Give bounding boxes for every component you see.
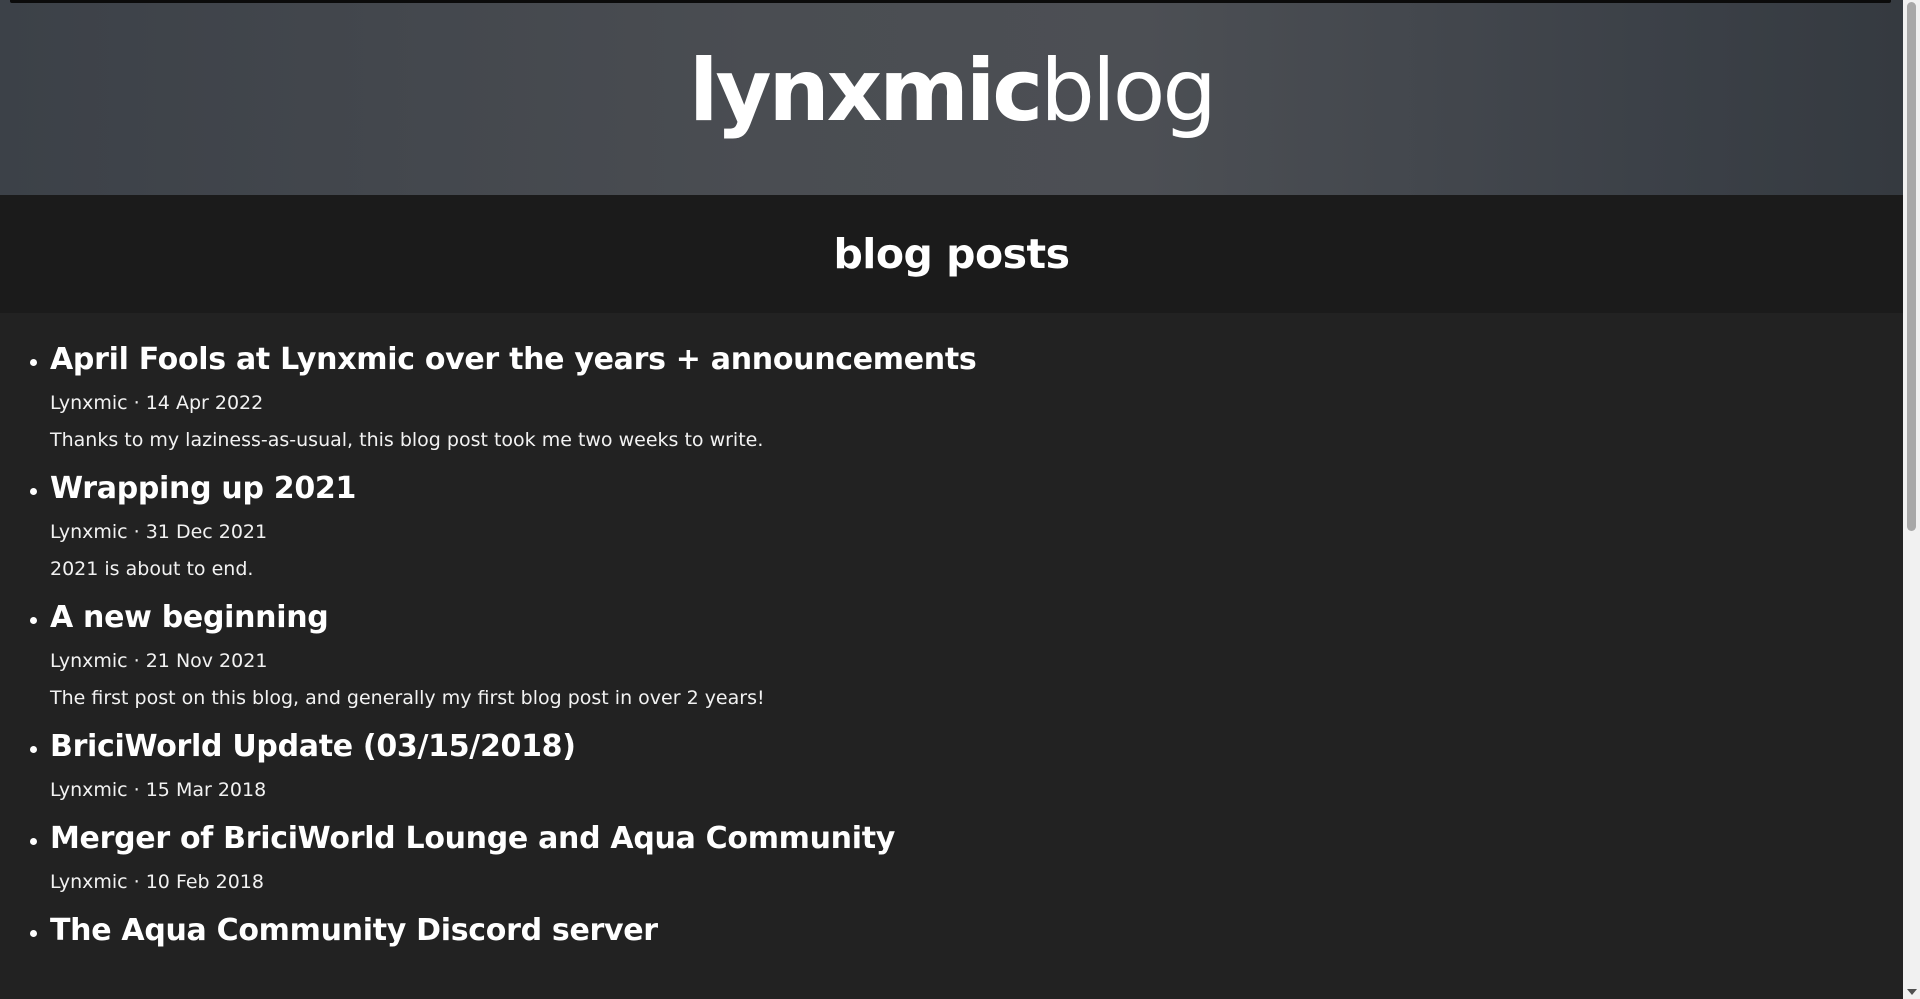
post-item: BriciWorld Update (03/15/2018) Lynxmic ·… [30,724,1903,802]
post-title-link[interactable]: Wrapping up 2021 [50,466,1903,512]
logo-light-text: blog [1040,40,1217,141]
post-excerpt: The first post on this blog, and general… [50,687,765,709]
post-item: Merger of BriciWorld Lounge and Aqua Com… [30,816,1903,894]
post-excerpt: 2021 is about to end. [50,558,254,580]
scrollbar-thumb[interactable] [1907,2,1916,531]
site-logo[interactable]: lynxmicblog [689,48,1217,134]
page: lynxmicblog blog posts April Fools at Ly… [0,0,1920,999]
post-item: Wrapping up 2021 Lynxmic · 31 Dec 2021 2… [30,466,1903,581]
post-meta: Lynxmic · 21 Nov 2021 [50,650,268,672]
scroll-down-arrow-icon[interactable] [1907,989,1917,995]
post-title-link[interactable]: Merger of BriciWorld Lounge and Aqua Com… [50,816,1903,862]
post-list: April Fools at Lynxmic over the years + … [0,313,1903,954]
page-title: blog posts [833,230,1070,278]
post-title-link[interactable]: A new beginning [50,595,1903,641]
post-excerpt: Thanks to my laziness-as-usual, this blo… [50,429,764,451]
post-item: The Aqua Community Discord server [30,908,1903,954]
post-meta: Lynxmic · 15 Mar 2018 [50,779,267,801]
post-title-link[interactable]: April Fools at Lynxmic over the years + … [50,337,1903,383]
site-header: lynxmicblog [0,0,1903,195]
logo-bold-text: lynxmic [688,40,1043,141]
page-content: lynxmicblog blog posts April Fools at Ly… [0,0,1903,999]
post-meta: Lynxmic · 31 Dec 2021 [50,521,268,543]
post-item: April Fools at Lynxmic over the years + … [30,337,1903,452]
post-item: A new beginning Lynxmic · 21 Nov 2021 Th… [30,595,1903,710]
post-title-link[interactable]: BriciWorld Update (03/15/2018) [50,724,1903,770]
post-meta: Lynxmic · 14 Apr 2022 [50,392,264,414]
vertical-scrollbar[interactable] [1903,0,1920,999]
post-meta: Lynxmic · 10 Feb 2018 [50,871,264,893]
top-rule [10,0,1891,3]
post-title-link[interactable]: The Aqua Community Discord server [50,908,1903,954]
section-header: blog posts [0,195,1903,313]
